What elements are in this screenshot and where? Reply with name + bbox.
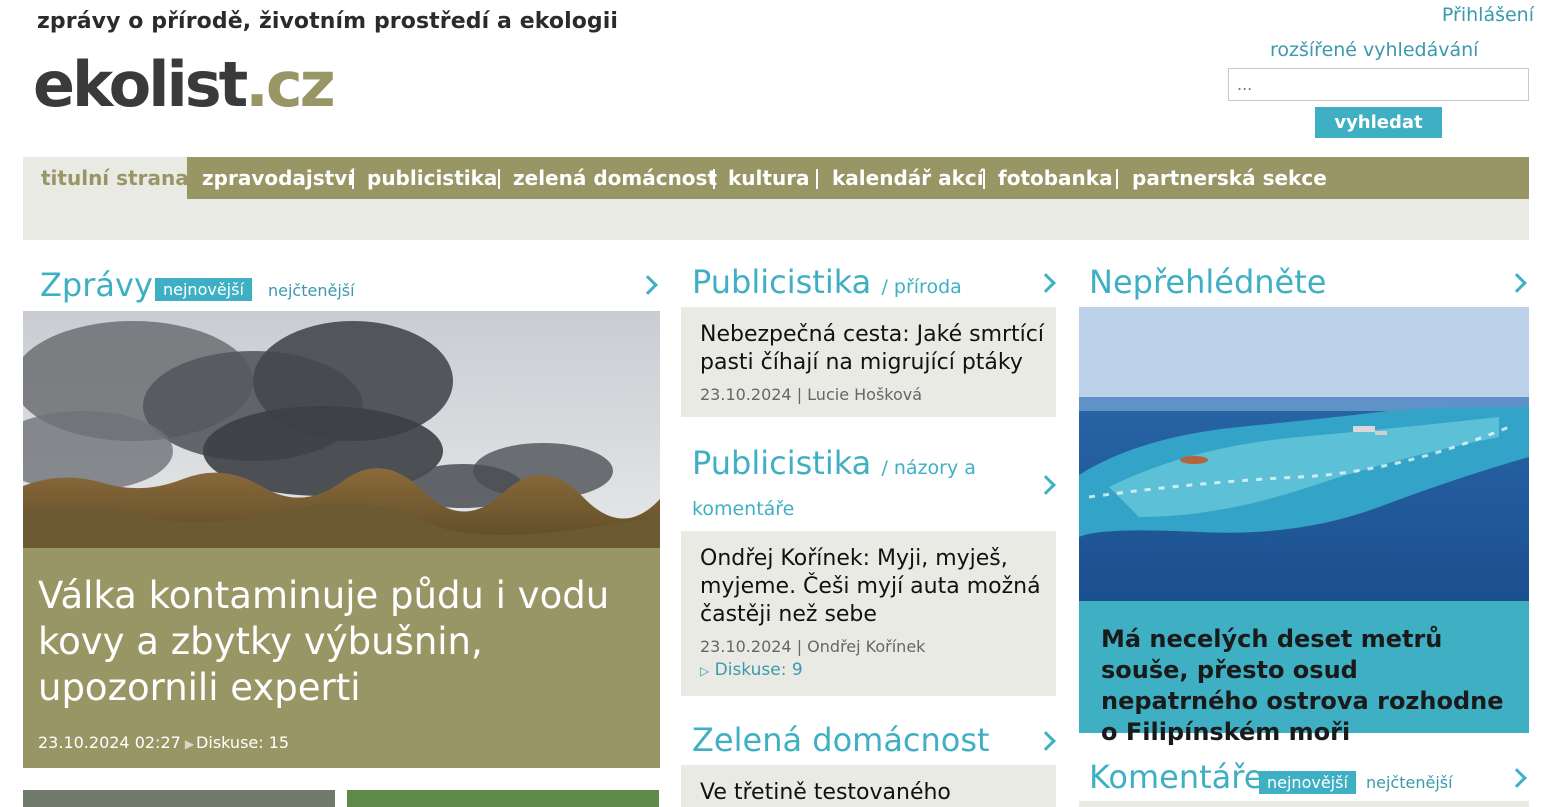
site-logo[interactable]: ekolist.cz xyxy=(33,54,336,116)
article-date: 23.10.2024 xyxy=(700,385,792,404)
komentare-tab-newest[interactable]: nejnovější xyxy=(1259,771,1356,794)
zelena-domacnost-title[interactable]: Zelená domácnost xyxy=(692,721,990,759)
article-discussion: Diskuse: 9 xyxy=(714,660,803,680)
news-section-title[interactable]: Zprávy xyxy=(40,266,153,304)
article-author: Ondřej Kořínek xyxy=(807,637,926,656)
article-meta: 23.10.2024 | Ondřej Kořínek xyxy=(700,637,926,656)
featured-article-title[interactable]: Má necelých deset metrů souše, přesto os… xyxy=(1101,624,1521,748)
publicistika-nazory-label: Publicistika xyxy=(692,444,872,482)
main-nav: titulní strana zpravodajství publicistik… xyxy=(23,157,1529,199)
komentare-card-edge xyxy=(1079,801,1529,807)
chevron-right-icon[interactable] xyxy=(1036,273,1056,293)
article-author: Lucie Hošková xyxy=(807,385,923,404)
site-tagline: zprávy o přírodě, životním prostředí a e… xyxy=(37,9,619,34)
nav-separator xyxy=(1116,169,1118,189)
sub-nav-bar xyxy=(23,199,1529,240)
hero-article-title[interactable]: Válka kontaminuje půdu i vodu kovy a zby… xyxy=(38,573,638,711)
nav-item-fotobanka[interactable]: fotobanka xyxy=(998,157,1113,199)
news-thumbnail-image[interactable] xyxy=(347,790,659,807)
neprehlednete-title[interactable]: Nepřehlédněte xyxy=(1089,263,1326,301)
hero-article-discussion[interactable]: Diskuse: 15 xyxy=(196,733,289,752)
komentare-tab-most-read[interactable]: nejčtenější xyxy=(1366,773,1453,792)
news-thumbnail-image[interactable] xyxy=(23,790,335,807)
search-input[interactable] xyxy=(1228,68,1529,101)
nav-separator xyxy=(816,169,818,189)
logo-main-text: ekolist xyxy=(33,48,248,121)
chevron-right-icon[interactable] xyxy=(1036,731,1056,751)
news-tab-most-read[interactable]: nejčtenější xyxy=(268,281,355,300)
article-title[interactable]: Nebezpečná cesta: Jaké smrtící pasti číh… xyxy=(700,321,1045,377)
nav-item-zpravodajstvi[interactable]: zpravodajství xyxy=(202,157,354,199)
publicistika-nazory-title[interactable]: Publicistika / názory a xyxy=(692,444,976,482)
nav-separator xyxy=(498,169,500,189)
publicistika-priroda-title[interactable]: Publicistika / příroda xyxy=(692,263,962,301)
chevron-right-icon[interactable] xyxy=(638,275,658,295)
login-link[interactable]: Přihlášení xyxy=(1442,4,1534,26)
news-tab-newest[interactable]: nejnovější xyxy=(155,278,252,301)
article-card[interactable]: Nebezpečná cesta: Jaké smrtící pasti číh… xyxy=(681,307,1056,417)
featured-article-image[interactable] xyxy=(1079,307,1529,601)
chevron-right-icon[interactable] xyxy=(1507,768,1527,788)
article-title[interactable]: Ve třetině testovaného xyxy=(700,779,1045,807)
nav-separator xyxy=(352,169,354,189)
nav-item-partnerska-sekce[interactable]: partnerská sekce xyxy=(1132,157,1327,199)
article-title[interactable]: Ondřej Kořínek: Myji, myješ, myjeme. Češ… xyxy=(700,545,1045,629)
komentare-title[interactable]: Komentáře xyxy=(1089,758,1263,796)
hero-article-image[interactable] xyxy=(23,311,660,549)
article-card[interactable]: Ve třetině testovaného xyxy=(681,765,1056,807)
publicistika-nazory-subtitle-cont: komentáře xyxy=(692,498,795,520)
logo-tld-text: .cz xyxy=(245,48,335,121)
advanced-search-link[interactable]: rozšířené vyhledávání xyxy=(1270,39,1478,61)
nav-separator xyxy=(983,169,985,189)
chevron-right-icon[interactable] xyxy=(1036,475,1056,495)
article-card[interactable]: Ondřej Kořínek: Myji, myješ, myjeme. Češ… xyxy=(681,531,1056,696)
nav-item-publicistika[interactable]: publicistika xyxy=(367,157,497,199)
nav-item-kalendar-akci[interactable]: kalendář akcí xyxy=(832,157,984,199)
triangle-right-icon: ▶ xyxy=(184,737,195,751)
triangle-right-icon: ▷ xyxy=(700,664,710,678)
hero-article-datetime: 23.10.2024 02:27 xyxy=(38,733,181,752)
publicistika-priroda-label: Publicistika xyxy=(692,263,872,301)
publicistika-nazory-subtitle: / názory a xyxy=(881,457,976,479)
nav-item-zelena-domacnost[interactable]: zelená domácnost xyxy=(513,157,717,199)
nav-item-kultura[interactable]: kultura xyxy=(728,157,810,199)
article-date: 23.10.2024 xyxy=(700,637,792,656)
hero-article-box[interactable]: Válka kontaminuje půdu i vodu kovy a zby… xyxy=(23,548,660,768)
nav-separator xyxy=(713,169,715,189)
chevron-right-icon[interactable] xyxy=(1507,273,1527,293)
hero-article-meta: 23.10.2024 02:27 ▶ Diskuse: 15 xyxy=(38,733,289,752)
featured-article-box[interactable]: Má necelých deset metrů souše, přesto os… xyxy=(1079,601,1529,746)
publicistika-priroda-subtitle: / příroda xyxy=(881,276,962,298)
search-button[interactable]: vyhledat xyxy=(1315,107,1442,138)
article-meta: 23.10.2024 | Lucie Hošková xyxy=(700,385,923,404)
article-discussion-link[interactable]: ▷ Diskuse: 9 xyxy=(700,660,803,680)
nav-item-titulni-strana[interactable]: titulní strana xyxy=(23,157,189,199)
